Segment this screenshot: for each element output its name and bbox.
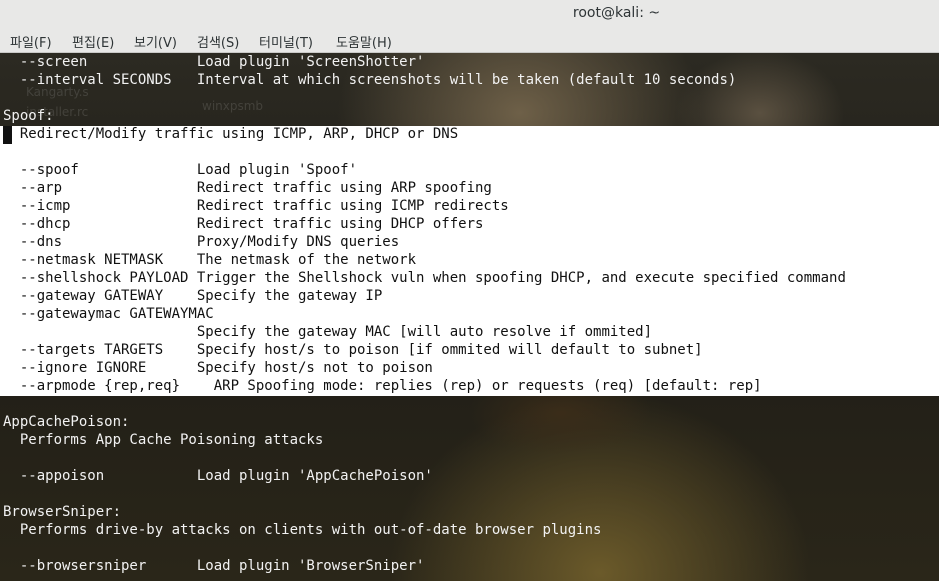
terminal-line: --shellshock PAYLOAD Trigger the Shellsh… [3,270,846,286]
terminal-line: --gateway GATEWAY Specify the gateway IP [3,288,383,304]
terminal-line: Spoof: [3,108,54,124]
terminal-line: BrowserSniper: [3,504,122,520]
menu-edit[interactable]: 편집(E) [72,32,114,51]
menu-help[interactable]: 도움말(H) [336,32,392,51]
terminal-line: Specify the gateway MAC [will auto resol… [3,324,653,340]
terminal-line: --arpmode {rep,req} ARP Spoofing mode: r… [3,378,762,394]
terminal-line: Performs drive-by attacks on clients wit… [3,522,602,538]
background-desktop-label: winxpsmb [202,99,264,113]
terminal-line: Performs App Cache Poisoning attacks [3,432,324,448]
terminal-line: --targets TARGETS Specify host/s to pois… [3,342,703,358]
terminal-line: --appoison Load plugin 'AppCachePoison' [3,468,433,484]
terminal-line: --arp Redirect traffic using ARP spoofin… [3,180,492,196]
menu-view[interactable]: 보기(V) [134,32,177,51]
terminal-output[interactable]: Kangarty.s installer.rc winxpsmb --scree… [0,53,939,581]
terminal-line: --gatewaymac GATEWAYMAC [3,306,214,322]
menu-terminal[interactable]: 터미널(T) [259,32,313,51]
window-title: root@kali: ~ [572,5,661,21]
terminal-line: --interval SECONDS Interval at which scr… [3,72,737,88]
terminal-line: AppCachePoison: [3,414,130,430]
terminal-line: --screen Load plugin 'ScreenShotter' [3,54,425,70]
text-cursor [3,126,12,144]
terminal-line: --ignore IGNORE Specify host/s not to po… [3,360,433,376]
terminal-line: --dns Proxy/Modify DNS queries [3,234,400,250]
terminal-window: root@kali: ~ 파일(F) 편집(E) 보기(V) 검색(S) 터미널… [0,0,939,581]
title-bar[interactable]: root@kali: ~ [0,0,939,28]
terminal-line: --browsersniper Load plugin 'BrowserSnip… [3,558,425,574]
terminal-line: --dhcp Redirect traffic using DHCP offer… [3,216,484,232]
menu-search[interactable]: 검색(S) [197,32,239,51]
menu-bar: 파일(F) 편집(E) 보기(V) 검색(S) 터미널(T) 도움말(H) [0,28,939,53]
menu-file[interactable]: 파일(F) [10,32,52,51]
terminal-line: --netmask NETMASK The netmask of the net… [3,252,417,268]
terminal-line: Redirect/Modify traffic using ICMP, ARP,… [3,126,459,142]
terminal-line: --spoof Load plugin 'Spoof' [3,162,358,178]
terminal-line: --icmp Redirect traffic using ICMP redir… [3,198,509,214]
